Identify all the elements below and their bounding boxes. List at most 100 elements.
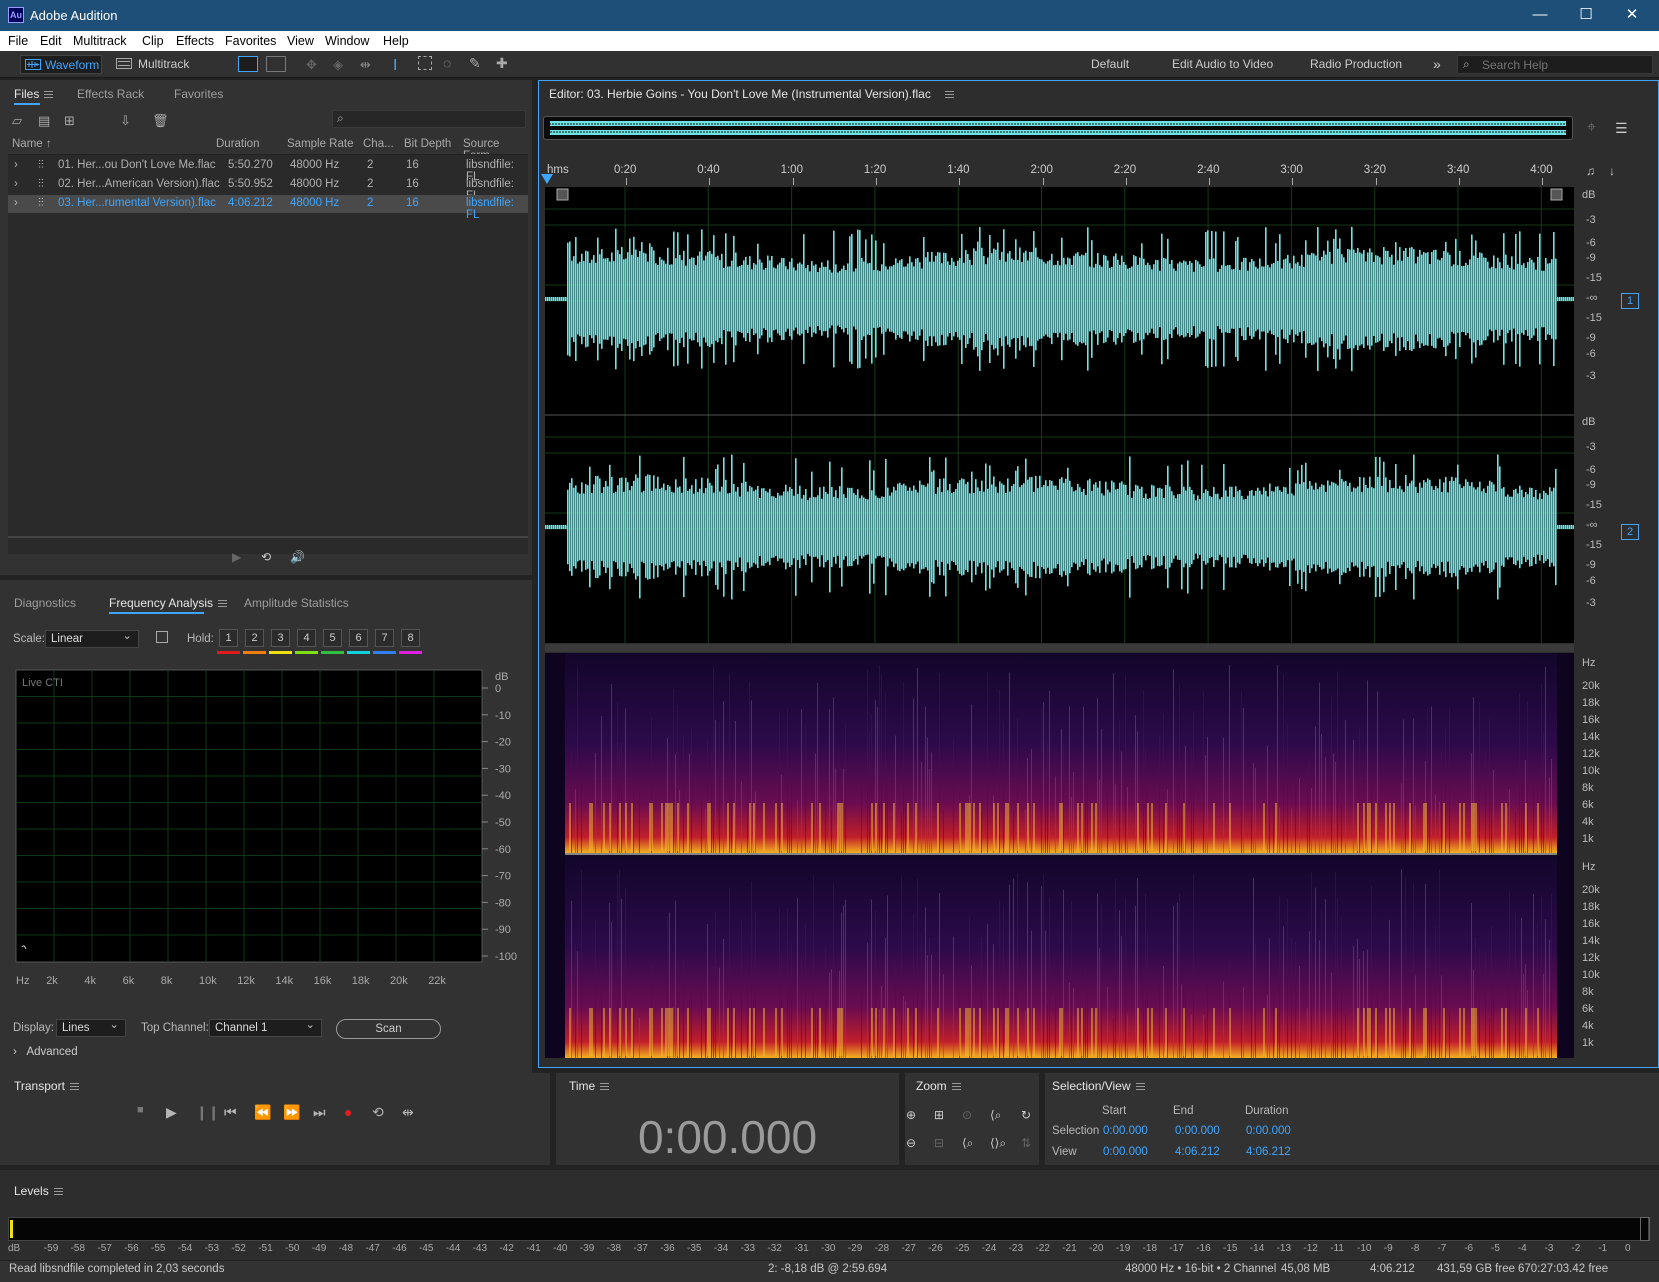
scan-button[interactable]: Scan bbox=[336, 1019, 441, 1039]
workspace-default[interactable]: Default bbox=[1091, 55, 1129, 74]
more-workspaces-button[interactable]: » bbox=[1433, 55, 1441, 74]
files-filter-input[interactable]: ⌕ bbox=[332, 110, 526, 128]
column-sample-rate[interactable]: Sample Rate bbox=[287, 138, 353, 150]
play-button[interactable]: ▶ bbox=[166, 1104, 177, 1121]
razor-tool-icon[interactable]: ◈ bbox=[333, 57, 343, 73]
hold-button-2[interactable]: 2 bbox=[245, 629, 264, 647]
clip-indicator[interactable] bbox=[1640, 1217, 1650, 1241]
close-button[interactable]: ✕ bbox=[1612, 4, 1652, 26]
spectral-pitch-display-button[interactable] bbox=[266, 56, 286, 72]
view-end-value[interactable]: 4:06.212 bbox=[1175, 1146, 1220, 1158]
spectral-display[interactable] bbox=[545, 653, 1574, 1058]
move-to-next-button[interactable]: ⏭ bbox=[313, 1104, 326, 1121]
overview-navigator[interactable] bbox=[543, 116, 1573, 140]
file-row[interactable]: › ⫶⫶ 02. Her...American Version).flac 5:50… bbox=[8, 176, 528, 202]
zoom-out-amplitude-icon[interactable]: ⊖ bbox=[906, 1136, 916, 1150]
time-ruler[interactable]: hms 0:20 0:40 1:00 1:20 1:40 2:00 2:20 2:40 3:00… bbox=[543, 161, 1573, 185]
multitrack-view-button[interactable]: Multitrack bbox=[114, 55, 189, 74]
open-file-icon[interactable]: ▱ bbox=[12, 113, 22, 129]
view-duration-value[interactable]: 4:06.212 bbox=[1246, 1146, 1291, 1158]
panel-menu-icon[interactable] bbox=[218, 600, 228, 608]
delete-file-icon[interactable]: 🗑 bbox=[152, 113, 169, 129]
snapshot-icon[interactable] bbox=[156, 631, 168, 643]
minimize-button[interactable]: — bbox=[1520, 4, 1560, 26]
tab-diagnostics[interactable]: Diagnostics bbox=[14, 596, 76, 610]
hold-button-6[interactable]: 6 bbox=[349, 629, 368, 647]
display-dropdown[interactable]: Lines bbox=[56, 1017, 126, 1037]
zoom-in-at-out-point-icon[interactable]: ⟨⌕ bbox=[962, 1136, 973, 1151]
panel-menu-icon[interactable] bbox=[53, 1188, 63, 1196]
search-help-box[interactable]: ⌕ bbox=[1457, 55, 1653, 74]
menu-multitrack[interactable]: Multitrack bbox=[73, 34, 126, 48]
record-button[interactable]: ● bbox=[344, 1104, 352, 1120]
menu-window[interactable]: Window bbox=[325, 34, 369, 48]
top-channel-dropdown[interactable]: Channel 1 bbox=[209, 1017, 322, 1037]
lasso-tool-icon[interactable]: ◌ bbox=[443, 55, 451, 71]
zoom-out-full-icon[interactable]: ⟨⟩⌕ bbox=[990, 1136, 1006, 1151]
tab-effects-rack[interactable]: Effects Rack bbox=[77, 87, 144, 101]
panel-menu-icon[interactable] bbox=[951, 1083, 961, 1091]
menu-effects[interactable]: Effects bbox=[176, 34, 214, 48]
column-name[interactable]: Name ↑ bbox=[12, 138, 52, 150]
view-start-value[interactable]: 0:00.000 bbox=[1103, 1146, 1148, 1158]
time-selection-tool-icon[interactable]: Ⅰ bbox=[393, 56, 397, 74]
headphones-icon[interactable]: ♫ bbox=[1586, 164, 1595, 178]
menu-file[interactable]: File bbox=[8, 34, 28, 48]
hold-button-1[interactable]: 1 bbox=[219, 629, 238, 647]
brush-tool-icon[interactable]: ✎ bbox=[469, 55, 481, 72]
zoom-in-time-icon[interactable]: ⊞ bbox=[934, 1108, 944, 1122]
zoom-to-selection-icon[interactable]: ⊙ bbox=[962, 1108, 972, 1122]
pause-button[interactable]: ❙❙ bbox=[196, 1104, 219, 1121]
spot-healing-tool-icon[interactable]: ✚ bbox=[496, 55, 508, 72]
panel-menu-icon[interactable] bbox=[44, 91, 54, 99]
zoom-out-time-icon[interactable]: ⊟ bbox=[934, 1136, 944, 1150]
search-help-input[interactable] bbox=[1482, 57, 1647, 72]
move-tool-icon[interactable]: ✥ bbox=[306, 57, 317, 73]
file-row[interactable]: › ⫶⫶ 01. Her...ou Don't Love Me.flac 5:50.… bbox=[8, 157, 528, 183]
menu-help[interactable]: Help bbox=[383, 34, 409, 48]
advanced-expander[interactable]: › Advanced bbox=[13, 1046, 78, 1058]
hold-button-8[interactable]: 8 bbox=[401, 629, 420, 647]
view-splitter[interactable] bbox=[545, 644, 1574, 652]
panel-menu-icon[interactable] bbox=[944, 91, 954, 99]
selection-end-value[interactable]: 0:00.000 bbox=[1175, 1125, 1220, 1137]
zoom-in-amplitude-icon[interactable]: ⊕ bbox=[906, 1108, 916, 1122]
selection-start-value[interactable]: 0:00.000 bbox=[1103, 1125, 1148, 1137]
marquee-tool-icon[interactable] bbox=[418, 56, 432, 70]
zoom-in-at-in-point-icon[interactable]: ⟨⌕ bbox=[990, 1108, 1001, 1123]
hold-button-3[interactable]: 3 bbox=[271, 629, 290, 647]
column-channels[interactable]: Cha... bbox=[363, 138, 394, 150]
panel-menu-icon[interactable] bbox=[1135, 1083, 1145, 1091]
stop-button[interactable]: ■ bbox=[137, 1104, 144, 1116]
zoom-reset-icon[interactable]: ↻ bbox=[1021, 1108, 1031, 1122]
selection-duration-value[interactable]: 0:00.000 bbox=[1246, 1125, 1291, 1137]
fast-forward-button[interactable]: ⏩ bbox=[283, 1104, 300, 1121]
rewind-button[interactable]: ⏪ bbox=[254, 1104, 271, 1121]
column-bit-depth[interactable]: Bit Depth bbox=[404, 138, 451, 150]
channel-1-badge[interactable]: 1 bbox=[1621, 293, 1639, 309]
import-file-icon[interactable]: ▤ bbox=[38, 113, 50, 129]
loop-preview-icon[interactable]: ⟲ bbox=[261, 550, 271, 564]
editor-tab[interactable]: Editor: 03. Herbie Goins - You Don't Lov… bbox=[549, 87, 954, 101]
tab-amplitude-statistics[interactable]: Amplitude Statistics bbox=[244, 596, 349, 610]
spectral-frequency-display-button[interactable] bbox=[238, 56, 258, 72]
waveform-view-button[interactable]: Waveform bbox=[20, 55, 102, 74]
menu-edit[interactable]: Edit bbox=[40, 34, 62, 48]
maximize-button[interactable]: ☐ bbox=[1566, 4, 1606, 26]
autoplay-icon[interactable]: 🔊 bbox=[290, 550, 305, 564]
workspace-edit-audio-to-video[interactable]: Edit Audio to Video bbox=[1172, 55, 1273, 74]
channel-toggle-icon[interactable]: ☰ bbox=[1615, 120, 1628, 137]
tab-files[interactable]: Files bbox=[14, 87, 54, 101]
menu-view[interactable]: View bbox=[287, 34, 314, 48]
zoom-to-selection-icon[interactable]: ⌖ bbox=[1587, 119, 1596, 137]
expand-icon[interactable]: › bbox=[14, 159, 18, 171]
loop-playback-button[interactable]: ⟲ bbox=[372, 1104, 384, 1121]
new-file-icon[interactable]: ⊞ bbox=[64, 113, 75, 129]
slip-tool-icon[interactable]: ⇹ bbox=[360, 57, 371, 73]
panel-menu-icon[interactable] bbox=[600, 1083, 610, 1091]
column-duration[interactable]: Duration bbox=[216, 138, 259, 150]
hold-button-7[interactable]: 7 bbox=[375, 629, 394, 647]
tab-favorites[interactable]: Favorites bbox=[174, 87, 223, 101]
marker-pin-icon[interactable]: ↓ bbox=[1609, 164, 1615, 178]
hold-button-5[interactable]: 5 bbox=[323, 629, 342, 647]
